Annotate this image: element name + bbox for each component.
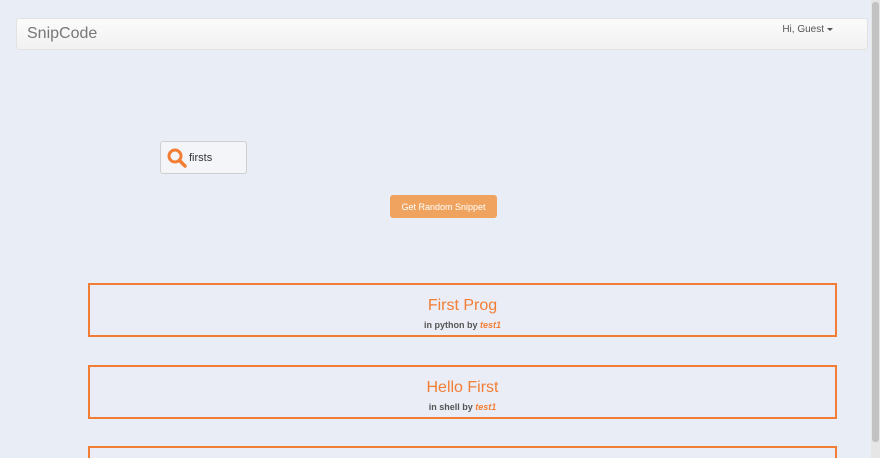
- snippet-card-partial[interactable]: [88, 446, 837, 458]
- snippet-author-link[interactable]: test1: [475, 402, 496, 412]
- search-box[interactable]: [160, 141, 247, 174]
- snippet-card[interactable]: Hello First in shell by test1: [88, 365, 837, 419]
- snippet-lang: in shell by: [428, 402, 473, 412]
- search-icon: [167, 148, 187, 168]
- page-scrollbar[interactable]: [871, 0, 880, 458]
- brand-logo[interactable]: SnipCode: [27, 25, 97, 43]
- caret-down-icon: [827, 28, 833, 31]
- snippet-lang: in python by: [423, 320, 478, 330]
- user-menu-dropdown[interactable]: Hi, Guest: [782, 24, 833, 35]
- scrollbar-thumb[interactable]: [872, 2, 879, 442]
- navbar: SnipCode Hi, Guest: [16, 18, 868, 50]
- user-menu-label: Hi, Guest: [782, 24, 824, 35]
- snippet-title[interactable]: First Prog: [90, 297, 835, 315]
- get-random-snippet-button[interactable]: Get Random Snippet: [390, 195, 497, 218]
- snippet-author-link[interactable]: test1: [480, 320, 501, 330]
- search-input[interactable]: [188, 151, 239, 164]
- snippet-meta: in python by test1: [90, 320, 835, 330]
- snippet-title[interactable]: Hello First: [90, 379, 835, 397]
- snippet-meta: in shell by test1: [90, 402, 835, 412]
- snippet-card[interactable]: First Prog in python by test1: [88, 283, 837, 337]
